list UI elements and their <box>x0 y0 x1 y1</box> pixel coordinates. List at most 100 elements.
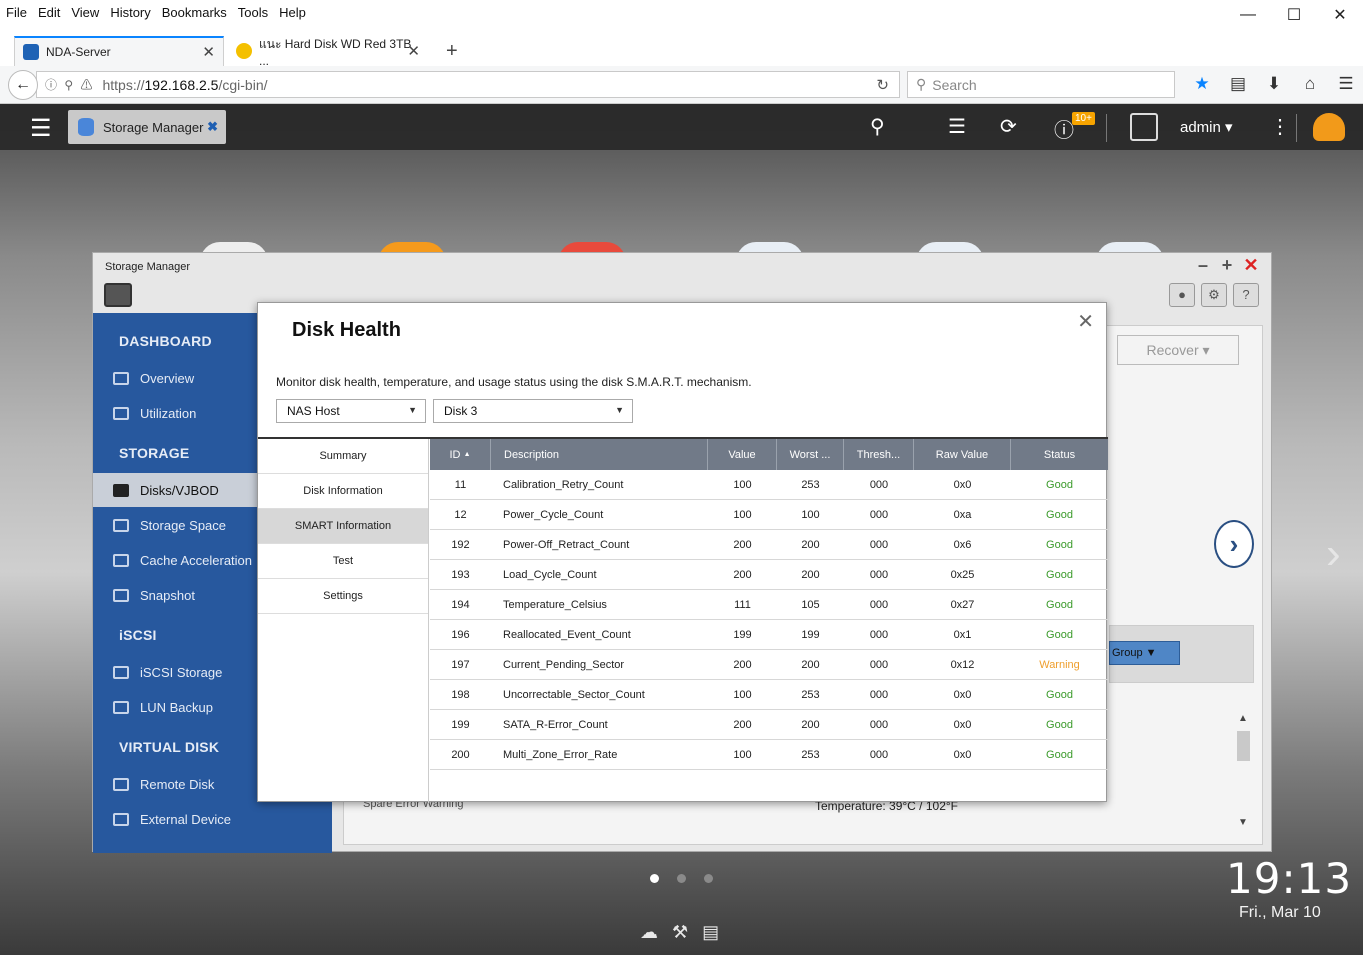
menu-bookmarks[interactable]: Bookmarks <box>162 5 227 20</box>
sidebar-item-external-device[interactable]: External Device <box>93 802 332 836</box>
cell-value: 100 <box>733 688 752 701</box>
cell-thresh: 000 <box>869 568 889 581</box>
scroll-down-icon[interactable]: ▼ <box>1238 817 1248 828</box>
column-header-worst[interactable]: Worst ... <box>777 439 844 470</box>
sync-icon[interactable]: ⟳ <box>1000 114 1017 139</box>
minimize-icon[interactable]: — <box>1225 0 1271 30</box>
notifications-icon[interactable]: ⓘ <box>1054 114 1074 143</box>
nav-test[interactable]: Test <box>258 544 428 579</box>
column-header-threshold[interactable]: Thresh... <box>844 439 914 470</box>
site-info-icon[interactable]: ⓘ ⚲ ⚠ <box>45 76 94 93</box>
tools-icon[interactable]: ⚒ <box>672 922 688 943</box>
table-row[interactable]: 197 Current_Pending_Sector 200 200 000 0x12 Wa… <box>430 650 1108 680</box>
help-icon[interactable]: ? <box>1233 283 1259 307</box>
table-row[interactable]: 193 Load_Cycle_Count 200 200 000 0x25 Good <box>430 560 1108 590</box>
page-dot[interactable] <box>650 874 659 883</box>
next-arrow-icon[interactable]: › <box>1214 520 1254 568</box>
menu-tools[interactable]: Tools <box>238 5 268 20</box>
page-dot[interactable] <box>704 874 713 883</box>
table-row[interactable]: 198 Uncorrectable_Sector_Count 100 253 000 0x… <box>430 680 1108 710</box>
main-menu-icon[interactable]: ☰ <box>30 114 52 143</box>
group-button[interactable]: Group ▼ <box>1109 641 1180 665</box>
reading-list-icon[interactable]: ▤ <box>1220 74 1256 94</box>
column-header-description[interactable]: Description <box>491 439 708 470</box>
page-dot[interactable] <box>677 874 686 883</box>
cell-raw: 0x0 <box>953 478 972 491</box>
cell-value: 200 <box>733 718 752 731</box>
tasks-icon[interactable]: ☰ <box>948 114 966 139</box>
search-icon[interactable]: ⚲ <box>870 114 885 139</box>
database-icon <box>78 118 94 136</box>
app-tab-close-icon[interactable]: ✖ <box>207 119 218 135</box>
menu-history[interactable]: History <box>110 5 150 20</box>
close-icon[interactable]: ✕ <box>1239 255 1263 276</box>
cell-raw: 0xa <box>953 508 972 521</box>
download-icon[interactable]: ⬇ <box>1256 74 1292 94</box>
disk-select[interactable]: Disk 3 ▼ <box>433 399 633 423</box>
table-row[interactable]: 196 Reallocated_Event_Count 199 199 000 0x1 Go… <box>430 620 1108 650</box>
user-menu[interactable]: admin ▾ <box>1180 118 1233 136</box>
new-tab-icon[interactable]: + <box>446 40 458 63</box>
more-options-icon[interactable]: ⋮ <box>1270 114 1290 139</box>
cell-thresh: 000 <box>869 688 889 701</box>
recover-button[interactable]: Recover ▾ <box>1117 335 1239 365</box>
home-icon[interactable]: ⌂ <box>1292 74 1328 94</box>
tab-close-icon[interactable]: ✕ <box>407 42 420 60</box>
menu-view[interactable]: View <box>71 5 99 20</box>
menu-help[interactable]: Help <box>279 5 306 20</box>
back-button[interactable]: ← <box>8 70 38 100</box>
table-row[interactable]: 12 Power_Cycle_Count 100 100 000 0xa Good <box>430 500 1108 530</box>
maximize-icon[interactable]: + <box>1215 255 1239 276</box>
nav-settings[interactable]: Settings <box>258 579 428 614</box>
column-header-id[interactable]: ID ▲ <box>430 439 491 470</box>
column-header-status[interactable]: Status <box>1011 439 1108 470</box>
host-select[interactable]: NAS Host ▼ <box>276 399 426 423</box>
book-icon[interactable]: ▤ <box>702 922 719 943</box>
desktop-next-page-icon[interactable]: › <box>1326 529 1341 579</box>
tab-strip: NDA-Server ✕ แนะ Hard Disk WD Red 3TB ..… <box>0 34 1363 68</box>
dialog-close-icon[interactable]: ✕ <box>1077 309 1094 334</box>
scroll-up-icon[interactable]: ▲ <box>1238 713 1248 724</box>
table-row[interactable]: 200 Multi_Zone_Error_Rate 100 253 000 0x0 Good <box>430 740 1108 770</box>
url-bar[interactable]: ⓘ ⚲ ⚠ https://192.168.2.5/cgi-bin/ ↻ <box>36 71 900 98</box>
cell-value: 200 <box>733 568 752 581</box>
nav-smart-information[interactable]: SMART Information <box>258 509 428 544</box>
cell-id: 200 <box>451 748 470 761</box>
column-header-value[interactable]: Value <box>708 439 777 470</box>
nav-disk-information[interactable]: Disk Information <box>258 474 428 509</box>
cell-worst: 200 <box>801 658 820 671</box>
user-icon[interactable] <box>1130 113 1158 141</box>
tab-nda-server[interactable]: NDA-Server ✕ <box>14 36 224 66</box>
minimize-icon[interactable]: – <box>1191 255 1215 276</box>
cell-worst: 253 <box>801 478 820 491</box>
hamburger-menu-icon[interactable]: ☰ <box>1328 74 1363 94</box>
menu-edit[interactable]: Edit <box>38 5 60 20</box>
nav-summary[interactable]: Summary <box>258 439 428 474</box>
reload-icon[interactable]: ↻ <box>876 76 889 94</box>
app-tab-label: Storage Manager <box>103 119 204 135</box>
menu-file[interactable]: File <box>6 5 27 20</box>
tab-close-icon[interactable]: ✕ <box>202 43 215 61</box>
gear-icon[interactable]: ⚙ <box>1201 283 1227 307</box>
close-icon[interactable]: ✕ <box>1317 0 1363 30</box>
scrollbar[interactable]: ▲ ▼ <box>1235 713 1253 833</box>
table-row[interactable]: 11 Calibration_Retry_Count 100 253 000 0x0 Goo… <box>430 470 1108 500</box>
table-row[interactable]: 192 Power-Off_Retract_Count 200 200 000 0x6 Go… <box>430 530 1108 560</box>
cloud-icon[interactable]: ☁ <box>640 922 658 943</box>
bookmark-star-icon[interactable]: ★ <box>1184 74 1220 94</box>
layout-toggle-icon[interactable] <box>104 283 132 307</box>
dashboard-gauge-icon[interactable] <box>1313 113 1345 141</box>
column-header-raw-value[interactable]: Raw Value <box>914 439 1011 470</box>
cell-thresh: 000 <box>869 628 889 641</box>
disk-eject-icon[interactable]: ● <box>1169 283 1195 307</box>
tab-hard-disk[interactable]: แนะ Hard Disk WD Red 3TB ... ✕ <box>228 36 428 68</box>
scroll-thumb[interactable] <box>1237 731 1250 761</box>
search-input[interactable]: ⚲ Search <box>907 71 1175 98</box>
cell-raw: 0x12 <box>950 658 975 671</box>
table-row[interactable]: 194 Temperature_Celsius 111 105 000 0x27 Good <box>430 590 1108 620</box>
maximize-icon[interactable]: ☐ <box>1271 0 1317 30</box>
table-row[interactable]: 199 SATA_R-Error_Count 200 200 000 0x0 Good <box>430 710 1108 740</box>
cell-thresh: 000 <box>869 718 889 731</box>
app-tab-storage-manager[interactable]: Storage Manager ✖ <box>68 110 226 144</box>
cell-status: Good <box>1046 628 1073 641</box>
